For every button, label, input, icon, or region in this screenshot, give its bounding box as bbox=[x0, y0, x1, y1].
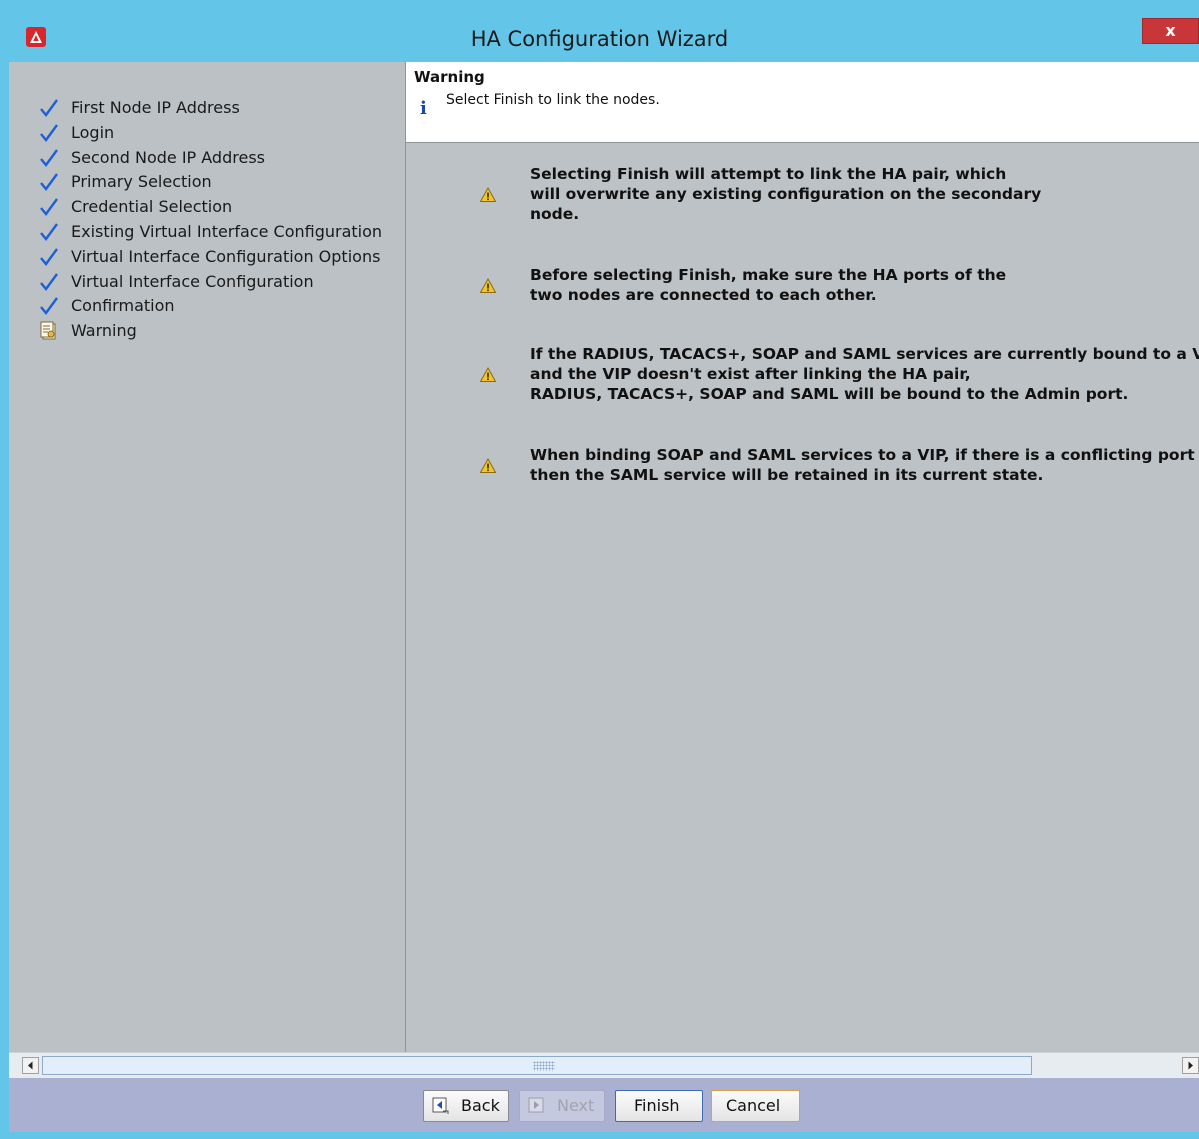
next-label: Next bbox=[557, 1096, 595, 1115]
step-vif-config-options: Virtual Interface Configuration Options bbox=[39, 245, 382, 270]
warning-text: Selecting Finish will attempt to link th… bbox=[530, 165, 1042, 223]
step-first-node-ip: First Node IP Address bbox=[39, 96, 382, 121]
checkmark-icon bbox=[39, 98, 59, 118]
warning-text: If the RADIUS, TACACS+, SOAP and SAML se… bbox=[530, 345, 1199, 403]
step-label: Virtual Interface Configuration Options bbox=[71, 246, 381, 266]
arrow-left-icon bbox=[28, 1061, 33, 1070]
scroll-left-button[interactable] bbox=[22, 1057, 39, 1074]
next-arrow-icon bbox=[528, 1097, 544, 1113]
step-warning: Warning bbox=[39, 319, 382, 344]
steps-sidebar: First Node IP Address Login Second Node … bbox=[9, 62, 406, 1052]
step-label: Existing Virtual Interface Configuration bbox=[71, 221, 383, 241]
warning-text: When binding SOAP and SAML services to a… bbox=[530, 446, 1195, 484]
checkmark-icon bbox=[39, 222, 59, 242]
step-vif-config: Virtual Interface Configuration bbox=[39, 270, 382, 295]
back-label: Back bbox=[461, 1096, 500, 1115]
current-step-icon bbox=[39, 321, 59, 341]
grip-icon bbox=[533, 1061, 555, 1071]
back-arrow-icon bbox=[432, 1097, 449, 1114]
info-icon: i bbox=[420, 98, 427, 119]
cancel-label: Cancel bbox=[726, 1096, 781, 1115]
step-label: Virtual Interface Configuration bbox=[71, 271, 314, 291]
button-bar: Back Next Finish Cancel bbox=[9, 1078, 1199, 1132]
arrow-right-icon bbox=[1188, 1061, 1193, 1070]
checkmark-icon bbox=[39, 148, 59, 168]
step-header: Warning i Select Finish to link the node… bbox=[406, 62, 1199, 143]
step-list: First Node IP Address Login Second Node … bbox=[39, 96, 382, 344]
checkmark-icon bbox=[39, 247, 59, 267]
wizard-body: First Node IP Address Login Second Node … bbox=[9, 62, 1199, 1132]
step-label: Warning bbox=[71, 321, 137, 341]
step-instruction: Select Finish to link the nodes. bbox=[446, 92, 660, 108]
window-title: HA Configuration Wizard bbox=[470, 27, 729, 51]
step-login: Login bbox=[39, 121, 382, 146]
finish-button[interactable]: Finish bbox=[615, 1090, 703, 1122]
content-pane: Warning i Select Finish to link the node… bbox=[406, 62, 1199, 1052]
step-existing-vif-config: Existing Virtual Interface Configuration bbox=[39, 220, 382, 245]
step-label: Login bbox=[71, 122, 115, 142]
step-confirmation: Confirmation bbox=[39, 294, 382, 319]
warning-icon bbox=[479, 366, 497, 384]
step-label: First Node IP Address bbox=[71, 98, 240, 117]
checkmark-icon bbox=[39, 197, 59, 217]
warning-text: Before selecting Finish, make sure the H… bbox=[530, 266, 1007, 304]
back-button[interactable]: Back bbox=[423, 1090, 509, 1122]
checkmark-icon bbox=[39, 272, 59, 292]
step-label: Credential Selection bbox=[71, 197, 233, 217]
step-label: Confirmation bbox=[71, 296, 175, 316]
next-button[interactable]: Next bbox=[519, 1090, 605, 1122]
close-button[interactable]: x bbox=[1142, 18, 1199, 44]
step-label: Primary Selection bbox=[71, 172, 212, 192]
warning-icon bbox=[479, 186, 497, 204]
cancel-button[interactable]: Cancel bbox=[711, 1090, 800, 1122]
step-credential-selection: Credential Selection bbox=[39, 195, 382, 220]
wizard-window: HA Configuration Wizard x First Node IP … bbox=[0, 0, 1199, 1139]
step-second-node-ip: Second Node IP Address bbox=[39, 146, 382, 171]
scroll-right-button[interactable] bbox=[1182, 1057, 1199, 1074]
checkmark-icon bbox=[39, 123, 59, 143]
warning-icon bbox=[479, 457, 497, 475]
title-bar: HA Configuration Wizard x bbox=[0, 0, 1199, 62]
step-primary-selection: Primary Selection bbox=[39, 170, 382, 195]
warning-icon bbox=[479, 277, 497, 295]
finish-label: Finish bbox=[634, 1096, 680, 1115]
checkmark-icon bbox=[39, 172, 59, 192]
horizontal-scrollbar[interactable] bbox=[9, 1052, 1199, 1078]
checkmark-icon bbox=[39, 296, 59, 316]
step-label: Second Node IP Address bbox=[71, 147, 265, 167]
scrollbar-thumb[interactable] bbox=[42, 1056, 1032, 1075]
step-title: Warning bbox=[414, 68, 485, 86]
